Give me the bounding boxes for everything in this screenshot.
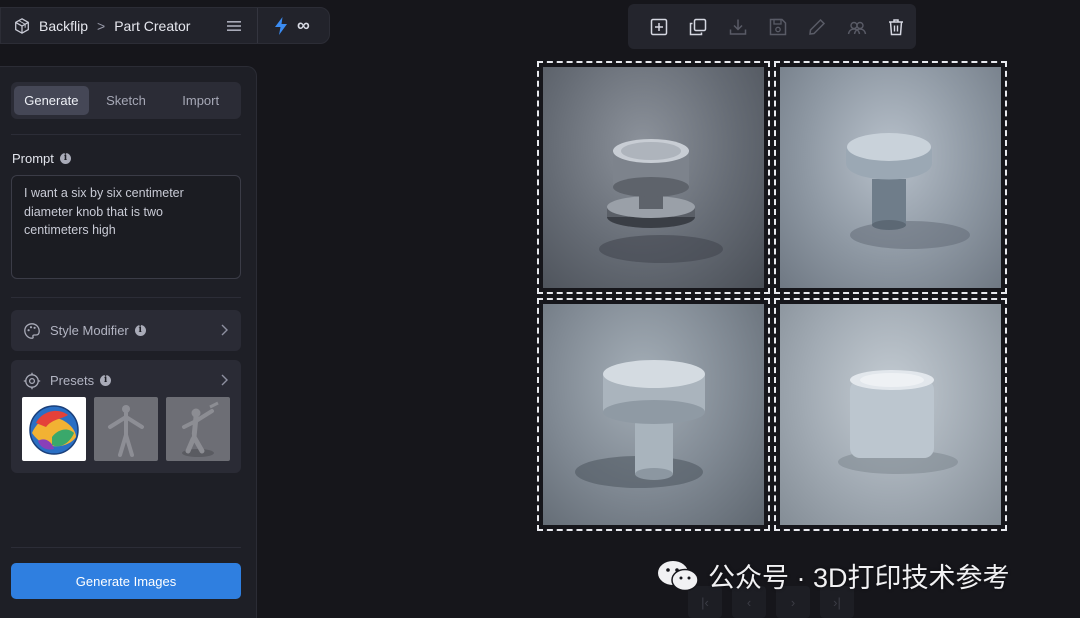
section-divider — [11, 297, 241, 298]
knob-cylinder-image — [780, 304, 1001, 525]
section-divider — [11, 547, 241, 548]
style-modifier-row[interactable]: Style Modifier i — [11, 310, 241, 351]
lightning-bolt-icon — [275, 17, 287, 35]
duplicate-icon[interactable] — [679, 4, 719, 49]
prompt-info-icon[interactable]: i — [59, 153, 71, 164]
left-panel: Generate Sketch Import Prompt i I want a… — [0, 66, 257, 618]
breadcrumb-separator: > — [97, 17, 106, 34]
knob-mushroom-image — [780, 67, 1001, 288]
add-icon[interactable] — [639, 4, 679, 49]
compare-icon[interactable] — [837, 4, 877, 49]
generated-image-1[interactable] — [537, 61, 770, 294]
watermark-text: 公众号 · 3D打印技术参考 — [708, 563, 1010, 593]
edit-icon[interactable] — [797, 4, 837, 49]
presets-info-icon[interactable]: i — [100, 375, 112, 386]
watermark: 公众号 · 3D打印技术参考 — [656, 556, 1010, 595]
delete-icon[interactable] — [876, 4, 916, 49]
style-modifier-info-icon[interactable]: i — [134, 325, 146, 336]
presets-label: Presets — [50, 373, 95, 388]
presets-card: Presets i — [11, 360, 241, 473]
section-divider — [11, 134, 241, 135]
tab-sketch[interactable]: Sketch — [89, 86, 164, 115]
prompt-input[interactable]: I want a six by six centimeter diameter … — [11, 175, 241, 279]
knob-metal-image — [543, 67, 764, 288]
target-icon — [23, 372, 41, 389]
wechat-icon — [658, 560, 699, 591]
chevron-right-icon — [221, 324, 228, 336]
preset-colorful-sphere[interactable] — [22, 397, 86, 461]
palette-icon — [24, 322, 40, 339]
preset-human-figure[interactable] — [94, 397, 158, 461]
save-icon[interactable] — [758, 4, 798, 49]
generated-image-3[interactable] — [537, 298, 770, 531]
download-icon[interactable] — [718, 4, 758, 49]
page-title: Part Creator — [114, 17, 191, 34]
menu-icon[interactable] — [225, 17, 243, 35]
presets-header[interactable]: Presets i — [11, 360, 241, 401]
app-header: Backflip > Part Creator ∞ — [0, 7, 330, 44]
knob-flat-cap-image — [543, 304, 764, 525]
brand-link[interactable]: Backflip — [39, 18, 88, 34]
generated-images-grid — [537, 61, 1007, 531]
style-modifier-label: Style Modifier — [50, 323, 129, 338]
tab-import[interactable]: Import — [163, 86, 238, 115]
preset-warrior-miniature[interactable] — [166, 397, 230, 461]
prompt-label-row: Prompt i — [12, 151, 71, 166]
generated-image-4[interactable] — [774, 298, 1007, 531]
credits-infinity: ∞ — [297, 15, 310, 35]
tab-generate[interactable]: Generate — [14, 86, 89, 115]
generate-images-button[interactable]: Generate Images — [11, 563, 241, 599]
image-toolbar — [628, 4, 916, 49]
mode-tabs: Generate Sketch Import — [11, 82, 241, 119]
cube-logo-icon[interactable] — [13, 17, 31, 35]
prompt-label: Prompt — [12, 151, 54, 166]
generated-image-2[interactable] — [774, 61, 1007, 294]
chevron-right-icon — [221, 374, 228, 386]
header-divider — [257, 8, 258, 43]
preset-thumbnails — [22, 397, 230, 461]
